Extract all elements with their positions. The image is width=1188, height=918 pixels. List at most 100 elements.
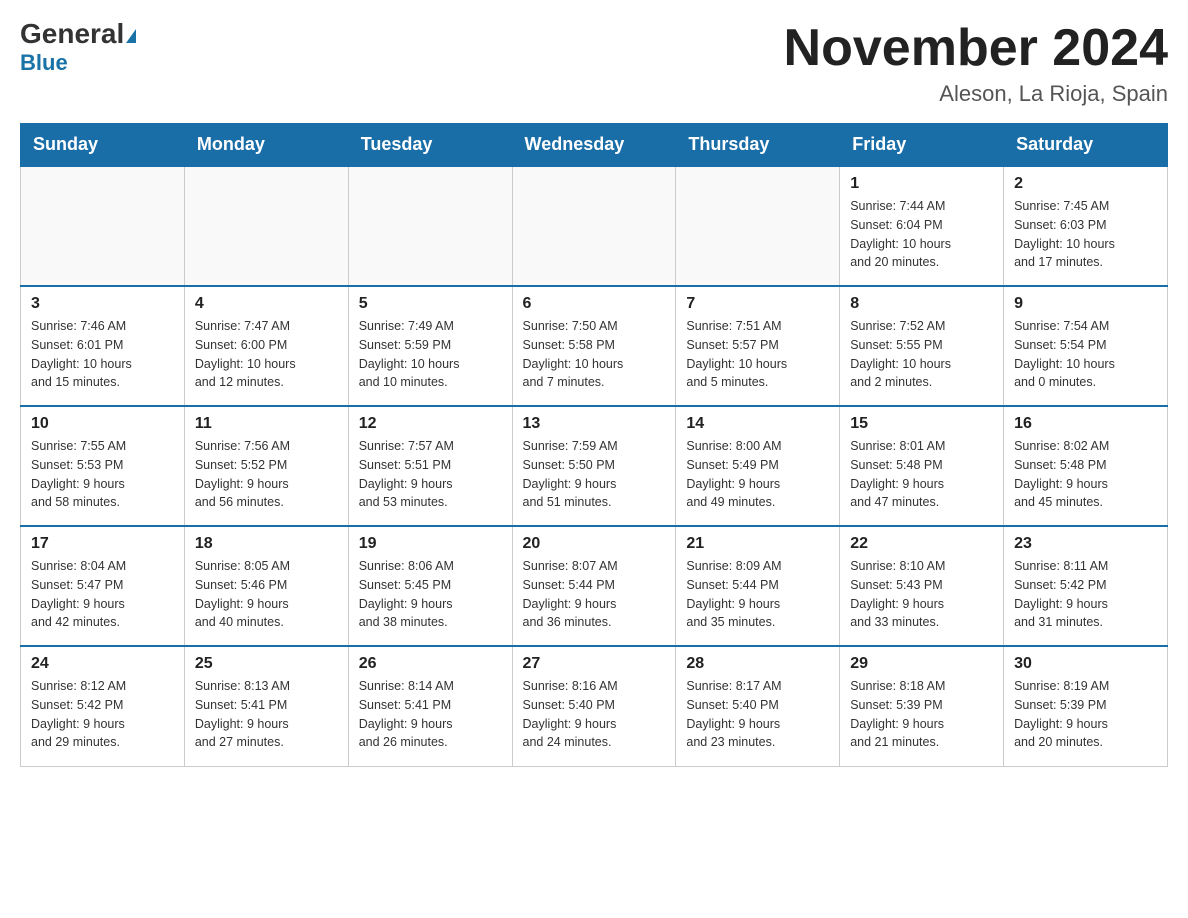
- day-number: 11: [195, 415, 338, 433]
- calendar-cell: [512, 166, 676, 286]
- day-number: 18: [195, 535, 338, 553]
- day-info: Sunrise: 8:00 AM Sunset: 5:49 PM Dayligh…: [686, 437, 829, 512]
- day-info: Sunrise: 8:07 AM Sunset: 5:44 PM Dayligh…: [523, 557, 666, 632]
- calendar-cell: 20 Sunrise: 8:07 AM Sunset: 5:44 PM Dayli…: [512, 526, 676, 646]
- calendar-cell: 21 Sunrise: 8:09 AM Sunset: 5:44 PM Dayli…: [676, 526, 840, 646]
- day-number: 4: [195, 295, 338, 313]
- calendar-week-row: 17 Sunrise: 8:04 AM Sunset: 5:47 PM Dayli…: [21, 526, 1168, 646]
- calendar-cell: 10 Sunrise: 7:55 AM Sunset: 5:53 PM Dayli…: [21, 406, 185, 526]
- day-info: Sunrise: 8:02 AM Sunset: 5:48 PM Dayligh…: [1014, 437, 1157, 512]
- day-number: 17: [31, 535, 174, 553]
- day-number: 8: [850, 295, 993, 313]
- day-number: 19: [359, 535, 502, 553]
- day-info: Sunrise: 7:59 AM Sunset: 5:50 PM Dayligh…: [523, 437, 666, 512]
- header: General Blue November 2024 Aleson, La Ri…: [20, 20, 1168, 107]
- day-info: Sunrise: 7:45 AM Sunset: 6:03 PM Dayligh…: [1014, 197, 1157, 272]
- day-info: Sunrise: 8:17 AM Sunset: 5:40 PM Dayligh…: [686, 677, 829, 752]
- day-info: Sunrise: 8:10 AM Sunset: 5:43 PM Dayligh…: [850, 557, 993, 632]
- day-number: 3: [31, 295, 174, 313]
- day-info: Sunrise: 8:04 AM Sunset: 5:47 PM Dayligh…: [31, 557, 174, 632]
- calendar-table: SundayMondayTuesdayWednesdayThursdayFrid…: [20, 123, 1168, 767]
- logo-blue: Blue: [20, 50, 68, 76]
- calendar-cell: 30Sunrise: 8:19 AM Sunset: 5:39 PM Dayli…: [1004, 646, 1168, 766]
- calendar-cell: 29 Sunrise: 8:18 AM Sunset: 5:39 PM Dayli…: [840, 646, 1004, 766]
- day-number: 23: [1014, 535, 1157, 553]
- day-number: 12: [359, 415, 502, 433]
- day-number: 9: [1014, 295, 1157, 313]
- day-number: 7: [686, 295, 829, 313]
- calendar-week-row: 10 Sunrise: 7:55 AM Sunset: 5:53 PM Dayli…: [21, 406, 1168, 526]
- calendar-cell: 11 Sunrise: 7:56 AM Sunset: 5:52 PM Dayli…: [184, 406, 348, 526]
- day-number: 29: [850, 655, 993, 673]
- calendar-cell: 16 Sunrise: 8:02 AM Sunset: 5:48 PM Dayli…: [1004, 406, 1168, 526]
- weekday-header-monday: Monday: [184, 124, 348, 167]
- day-number: 27: [523, 655, 666, 673]
- day-info: Sunrise: 8:06 AM Sunset: 5:45 PM Dayligh…: [359, 557, 502, 632]
- day-number: 2: [1014, 175, 1157, 193]
- day-info: Sunrise: 8:11 AM Sunset: 5:42 PM Dayligh…: [1014, 557, 1157, 632]
- day-info: Sunrise: 8:09 AM Sunset: 5:44 PM Dayligh…: [686, 557, 829, 632]
- day-info: Sunrise: 7:47 AM Sunset: 6:00 PM Dayligh…: [195, 317, 338, 392]
- day-info: Sunrise: 7:57 AM Sunset: 5:51 PM Dayligh…: [359, 437, 502, 512]
- calendar-cell: 7 Sunrise: 7:51 AM Sunset: 5:57 PM Daylig…: [676, 286, 840, 406]
- page-subtitle: Aleson, La Rioja, Spain: [784, 81, 1168, 107]
- day-info: Sunrise: 7:52 AM Sunset: 5:55 PM Dayligh…: [850, 317, 993, 392]
- day-number: 6: [523, 295, 666, 313]
- calendar-cell: [348, 166, 512, 286]
- day-info: Sunrise: 7:55 AM Sunset: 5:53 PM Dayligh…: [31, 437, 174, 512]
- calendar-cell: 3Sunrise: 7:46 AM Sunset: 6:01 PM Daylig…: [21, 286, 185, 406]
- day-info: Sunrise: 8:14 AM Sunset: 5:41 PM Dayligh…: [359, 677, 502, 752]
- weekday-header-saturday: Saturday: [1004, 124, 1168, 167]
- day-number: 21: [686, 535, 829, 553]
- calendar-cell: [21, 166, 185, 286]
- calendar-cell: 28Sunrise: 8:17 AM Sunset: 5:40 PM Dayli…: [676, 646, 840, 766]
- calendar-week-row: 1Sunrise: 7:44 AM Sunset: 6:04 PM Daylig…: [21, 166, 1168, 286]
- calendar-cell: 1Sunrise: 7:44 AM Sunset: 6:04 PM Daylig…: [840, 166, 1004, 286]
- day-number: 26: [359, 655, 502, 673]
- day-info: Sunrise: 7:56 AM Sunset: 5:52 PM Dayligh…: [195, 437, 338, 512]
- logo-general: General: [20, 20, 136, 48]
- logo-triangle-icon: [126, 29, 136, 43]
- day-info: Sunrise: 8:16 AM Sunset: 5:40 PM Dayligh…: [523, 677, 666, 752]
- day-number: 16: [1014, 415, 1157, 433]
- calendar-cell: 9 Sunrise: 7:54 AM Sunset: 5:54 PM Daylig…: [1004, 286, 1168, 406]
- calendar-cell: [676, 166, 840, 286]
- day-info: Sunrise: 7:44 AM Sunset: 6:04 PM Dayligh…: [850, 197, 993, 272]
- day-info: Sunrise: 7:50 AM Sunset: 5:58 PM Dayligh…: [523, 317, 666, 392]
- weekday-header-row: SundayMondayTuesdayWednesdayThursdayFrid…: [21, 124, 1168, 167]
- page-title: November 2024: [784, 20, 1168, 77]
- calendar-cell: 14Sunrise: 8:00 AM Sunset: 5:49 PM Dayli…: [676, 406, 840, 526]
- day-info: Sunrise: 7:54 AM Sunset: 5:54 PM Dayligh…: [1014, 317, 1157, 392]
- calendar-cell: [184, 166, 348, 286]
- day-info: Sunrise: 8:12 AM Sunset: 5:42 PM Dayligh…: [31, 677, 174, 752]
- day-number: 15: [850, 415, 993, 433]
- weekday-header-wednesday: Wednesday: [512, 124, 676, 167]
- calendar-cell: 15Sunrise: 8:01 AM Sunset: 5:48 PM Dayli…: [840, 406, 1004, 526]
- calendar-cell: 24 Sunrise: 8:12 AM Sunset: 5:42 PM Dayli…: [21, 646, 185, 766]
- calendar-cell: 17 Sunrise: 8:04 AM Sunset: 5:47 PM Dayli…: [21, 526, 185, 646]
- day-info: Sunrise: 8:13 AM Sunset: 5:41 PM Dayligh…: [195, 677, 338, 752]
- weekday-header-thursday: Thursday: [676, 124, 840, 167]
- calendar-cell: 25 Sunrise: 8:13 AM Sunset: 5:41 PM Dayli…: [184, 646, 348, 766]
- day-info: Sunrise: 7:51 AM Sunset: 5:57 PM Dayligh…: [686, 317, 829, 392]
- calendar-cell: 4 Sunrise: 7:47 AM Sunset: 6:00 PM Daylig…: [184, 286, 348, 406]
- calendar-week-row: 3Sunrise: 7:46 AM Sunset: 6:01 PM Daylig…: [21, 286, 1168, 406]
- calendar-cell: 27 Sunrise: 8:16 AM Sunset: 5:40 PM Dayli…: [512, 646, 676, 766]
- weekday-header-sunday: Sunday: [21, 124, 185, 167]
- calendar-cell: 6 Sunrise: 7:50 AM Sunset: 5:58 PM Daylig…: [512, 286, 676, 406]
- calendar-cell: 2 Sunrise: 7:45 AM Sunset: 6:03 PM Daylig…: [1004, 166, 1168, 286]
- calendar-cell: 23 Sunrise: 8:11 AM Sunset: 5:42 PM Dayli…: [1004, 526, 1168, 646]
- day-info: Sunrise: 8:18 AM Sunset: 5:39 PM Dayligh…: [850, 677, 993, 752]
- calendar-cell: 5Sunrise: 7:49 AM Sunset: 5:59 PM Daylig…: [348, 286, 512, 406]
- calendar-cell: 8 Sunrise: 7:52 AM Sunset: 5:55 PM Daylig…: [840, 286, 1004, 406]
- day-number: 24: [31, 655, 174, 673]
- day-number: 5: [359, 295, 502, 313]
- day-number: 10: [31, 415, 174, 433]
- day-number: 20: [523, 535, 666, 553]
- day-info: Sunrise: 8:05 AM Sunset: 5:46 PM Dayligh…: [195, 557, 338, 632]
- weekday-header-tuesday: Tuesday: [348, 124, 512, 167]
- calendar-cell: 12 Sunrise: 7:57 AM Sunset: 5:51 PM Dayli…: [348, 406, 512, 526]
- day-number: 25: [195, 655, 338, 673]
- day-number: 13: [523, 415, 666, 433]
- logo: General Blue: [20, 20, 136, 76]
